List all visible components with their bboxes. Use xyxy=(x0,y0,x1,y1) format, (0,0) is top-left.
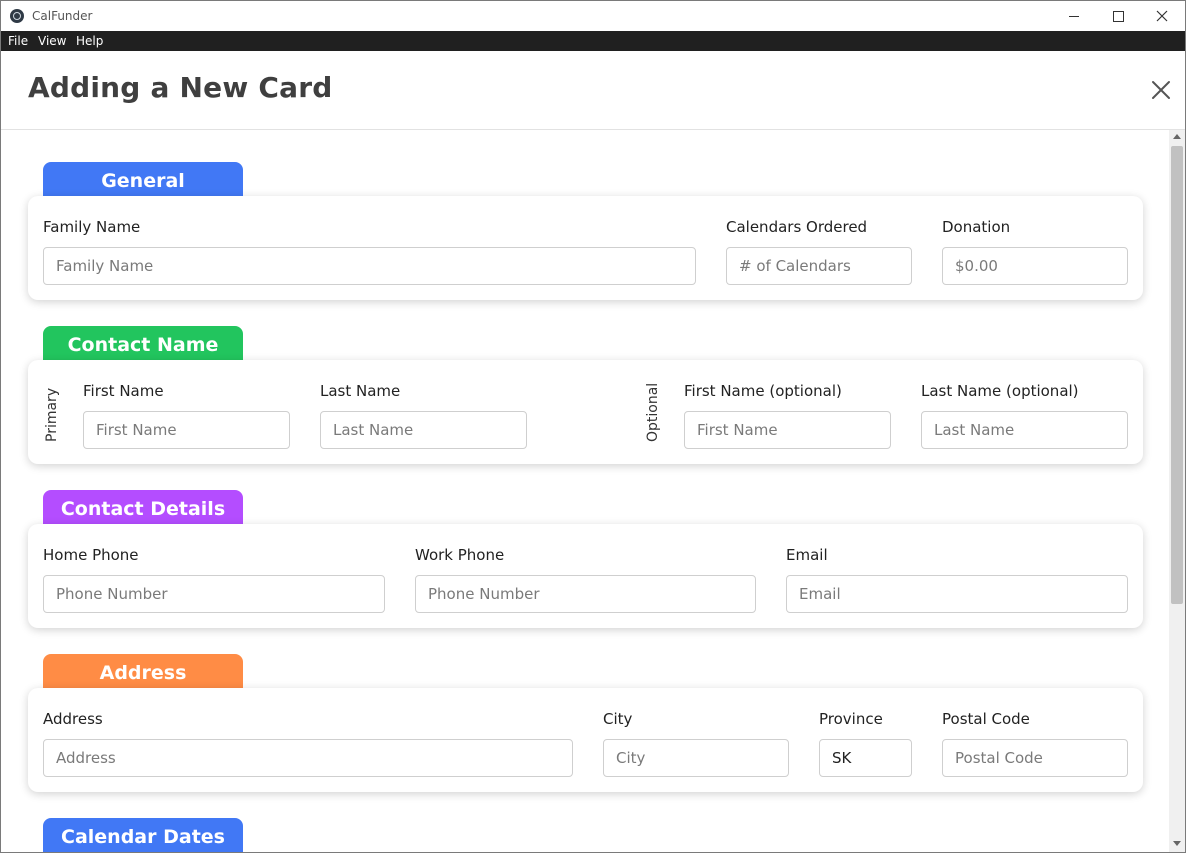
scroll-down-arrow-icon[interactable] xyxy=(1173,841,1181,846)
optional-last-name-field xyxy=(921,411,1128,449)
dialog-close-icon[interactable] xyxy=(1149,78,1173,102)
postal-code-field xyxy=(942,739,1128,777)
calendars-ordered-field xyxy=(726,247,912,285)
optional-first-name-label: First Name (optional) xyxy=(684,382,842,400)
postal-code-label: Postal Code xyxy=(942,710,1030,728)
city-field xyxy=(603,739,789,777)
home-phone-label: Home Phone xyxy=(43,546,139,564)
maximize-icon xyxy=(1112,10,1124,22)
title-bar: CalFunder xyxy=(1,1,1185,31)
province-field xyxy=(819,739,912,777)
email-label: Email xyxy=(786,546,828,564)
donation-field xyxy=(942,247,1128,285)
province-label: Province xyxy=(819,710,883,728)
tab-contact-details: Contact Details xyxy=(43,490,243,526)
primary-first-name-input[interactable] xyxy=(84,412,289,448)
tab-calendar-dates: Calendar Dates xyxy=(43,818,243,852)
work-phone-input[interactable] xyxy=(416,576,755,612)
app-window: CalFunder File View Help Adding a New Ca… xyxy=(0,0,1186,853)
address-field xyxy=(43,739,573,777)
form-content: General Family Name Calendars Ordered Do… xyxy=(1,130,1169,852)
general-card: Family Name Calendars Ordered Donation xyxy=(28,196,1143,300)
primary-first-name-label: First Name xyxy=(83,382,164,400)
address-label: Address xyxy=(43,710,103,728)
vertical-scrollbar[interactable] xyxy=(1169,130,1185,852)
calendars-ordered-input[interactable] xyxy=(727,248,911,284)
menu-view[interactable]: View xyxy=(38,34,66,48)
scroll-up-arrow-icon[interactable] xyxy=(1173,134,1181,139)
optional-first-name-field xyxy=(684,411,891,449)
address-input[interactable] xyxy=(44,740,572,776)
contact-details-card: Home Phone Work Phone Email xyxy=(28,524,1143,628)
minimize-icon xyxy=(1069,15,1079,17)
address-card: Address City Province Postal Code xyxy=(28,688,1143,792)
calendars-ordered-label: Calendars Ordered xyxy=(726,218,868,236)
scrollbar-thumb[interactable] xyxy=(1171,146,1183,604)
tab-general: General xyxy=(43,162,243,198)
email-input[interactable] xyxy=(787,576,1127,612)
primary-first-name-field xyxy=(83,411,290,449)
family-name-field xyxy=(43,247,696,285)
primary-last-name-label: Last Name xyxy=(320,382,401,400)
dialog-header: Adding a New Card xyxy=(1,51,1185,130)
home-phone-field xyxy=(43,575,385,613)
menu-bar: File View Help xyxy=(1,31,1185,51)
window-title: CalFunder xyxy=(32,9,93,23)
optional-first-name-input[interactable] xyxy=(685,412,890,448)
home-phone-input[interactable] xyxy=(44,576,384,612)
donation-label: Donation xyxy=(942,218,1011,236)
province-input[interactable] xyxy=(820,740,911,776)
primary-label: Primary xyxy=(44,387,60,442)
optional-last-name-input[interactable] xyxy=(922,412,1127,448)
family-name-input[interactable] xyxy=(44,248,695,284)
page-title: Adding a New Card xyxy=(28,71,333,104)
work-phone-label: Work Phone xyxy=(415,546,505,564)
city-label: City xyxy=(603,710,633,728)
app-logo-icon xyxy=(10,9,24,23)
postal-code-input[interactable] xyxy=(943,740,1127,776)
primary-last-name-field xyxy=(320,411,527,449)
minimize-button[interactable] xyxy=(1051,1,1097,31)
close-icon xyxy=(1156,10,1168,22)
menu-file[interactable]: File xyxy=(8,34,28,48)
email-field xyxy=(786,575,1128,613)
tab-address: Address xyxy=(43,654,243,690)
family-name-label: Family Name xyxy=(43,218,141,236)
window-close-button[interactable] xyxy=(1139,1,1185,31)
contact-name-card: Primary First Name Last Name Optional Fi… xyxy=(28,360,1143,464)
work-phone-field xyxy=(415,575,756,613)
donation-input[interactable] xyxy=(943,248,1127,284)
tab-contact-name: Contact Name xyxy=(43,326,243,362)
optional-last-name-label: Last Name (optional) xyxy=(921,382,1079,400)
primary-last-name-input[interactable] xyxy=(321,412,526,448)
menu-help[interactable]: Help xyxy=(76,34,103,48)
maximize-button[interactable] xyxy=(1095,1,1141,31)
city-input[interactable] xyxy=(604,740,788,776)
optional-label: Optional xyxy=(645,382,661,442)
